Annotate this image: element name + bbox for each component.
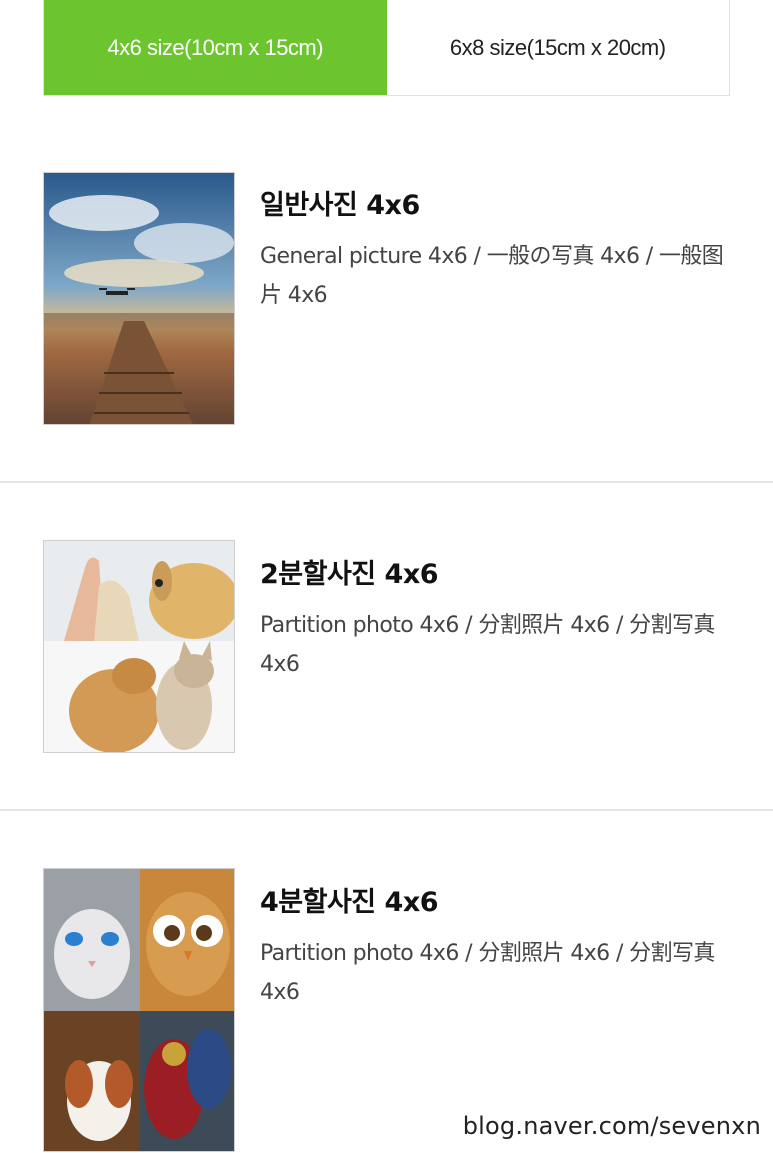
four-split-photo-thumbnail[interactable] bbox=[43, 868, 235, 1152]
item-title: 일반사진 4x6 bbox=[260, 190, 420, 221]
divider bbox=[0, 481, 773, 483]
two-split-photo-thumbnail[interactable] bbox=[43, 540, 235, 753]
four-split-image bbox=[44, 869, 234, 1151]
item-description: General picture 4x6 / 一般の写真 4x6 / 一般图片 4… bbox=[260, 244, 724, 308]
divider bbox=[0, 809, 773, 811]
item-title: 4분할사진 4x6 bbox=[260, 887, 439, 918]
size-tabs: 4x6 size(10cm x 15cm) 6x8 size(15cm x 20… bbox=[43, 0, 730, 96]
item-description: Partition photo 4x6 / 分割照片 4x6 / 分割写真 4x… bbox=[260, 941, 715, 1005]
pier-sunset-image bbox=[44, 173, 234, 424]
tab-4x6-size[interactable]: 4x6 size(10cm x 15cm) bbox=[44, 0, 387, 95]
general-photo-thumbnail[interactable] bbox=[43, 172, 235, 425]
blog-watermark: blog.naver.com/sevenxn bbox=[462, 1112, 761, 1140]
item-title: 2분할사진 4x6 bbox=[260, 559, 439, 590]
tab-6x8-size[interactable]: 6x8 size(15cm x 20cm) bbox=[386, 0, 729, 95]
dog-cat-split-image bbox=[44, 541, 234, 752]
item-description: Partition photo 4x6 / 分割照片 4x6 / 分割写真 4x… bbox=[260, 613, 715, 677]
